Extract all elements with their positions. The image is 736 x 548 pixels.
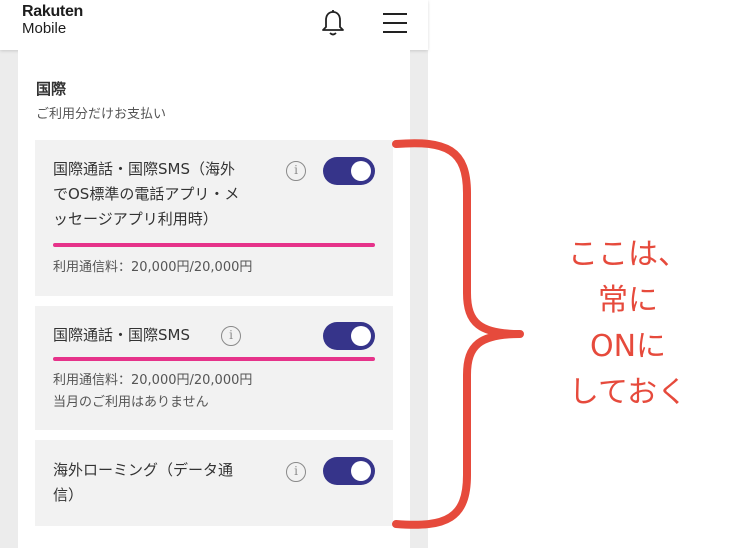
option-title-line: 国際通話・国際SMS <box>53 326 190 344</box>
annotation-line: ここは、 <box>568 237 688 272</box>
option-title-line: ッセージアプリ利用時） <box>53 210 218 228</box>
logo-line2: Mobile <box>22 20 67 37</box>
bell-icon[interactable] <box>320 9 346 37</box>
toggle-knob <box>351 461 371 481</box>
option-title: 海外ローミング（データ通 信） <box>53 458 233 508</box>
usage-line: 利用通信料：20,000円/20,000円 <box>53 260 253 275</box>
toggle-switch[interactable] <box>323 322 375 350</box>
annotation-text: ここは、 常に ONに しておく <box>538 232 718 416</box>
toggle-knob <box>351 161 371 181</box>
option-title-line: でOS標準の電話アプリ・メ <box>53 185 240 203</box>
annotation-line: 常に <box>598 283 658 318</box>
option-overseas-roaming: 海外ローミング（データ通 信） i <box>35 440 393 526</box>
section-subtitle: ご利用分だけお支払い <box>36 107 167 122</box>
rakuten-mobile-logo[interactable]: Rakuten Mobile <box>22 3 84 37</box>
option-title-line: 海外ローミング（データ通 <box>53 461 234 479</box>
info-icon[interactable]: i <box>221 326 241 346</box>
option-title-line: 国際通話・国際SMS（海外 <box>53 160 235 178</box>
curly-brace-annotation <box>392 139 524 529</box>
toggle-knob <box>351 326 371 346</box>
section-title: 国際 <box>36 80 67 98</box>
top-header: Rakuten Mobile <box>0 0 428 50</box>
usage-line: 利用通信料：20,000円/20,000円 <box>53 373 253 388</box>
info-icon[interactable]: i <box>286 462 306 482</box>
usage-progress-bar <box>53 357 375 361</box>
option-title-line: 信） <box>53 486 84 504</box>
logo-line1: Rakuten <box>22 3 84 20</box>
annotation-line: ONに <box>589 329 667 364</box>
usage-text: 利用通信料：20,000円/20,000円 当月のご利用はありません <box>53 370 252 414</box>
info-icon[interactable]: i <box>286 161 306 181</box>
toggle-switch[interactable] <box>323 457 375 485</box>
option-international-call-sms-os: 国際通話・国際SMS（海外 でOS標準の電話アプリ・メ ッセージアプリ利用時） … <box>35 140 393 296</box>
usage-progress-bar <box>53 243 375 247</box>
usage-text: 利用通信料：20,000円/20,000円 <box>53 257 252 279</box>
option-title: 国際通話・国際SMS（海外 でOS標準の電話アプリ・メ ッセージアプリ利用時） <box>53 157 239 232</box>
hamburger-menu-icon[interactable] <box>380 10 410 36</box>
usage-line: 当月のご利用はありません <box>53 395 209 410</box>
app-screen: Rakuten Mobile 国際 ご利用分だけお支払い 国際通話・国際SMS（… <box>0 0 428 548</box>
annotation-line: しておく <box>568 375 688 410</box>
option-international-call-sms: 国際通話・国際SMS i 利用通信料：20,000円/20,000円 当月のご利… <box>35 306 393 430</box>
option-title: 国際通話・国際SMS <box>53 323 190 348</box>
toggle-switch[interactable] <box>323 157 375 185</box>
